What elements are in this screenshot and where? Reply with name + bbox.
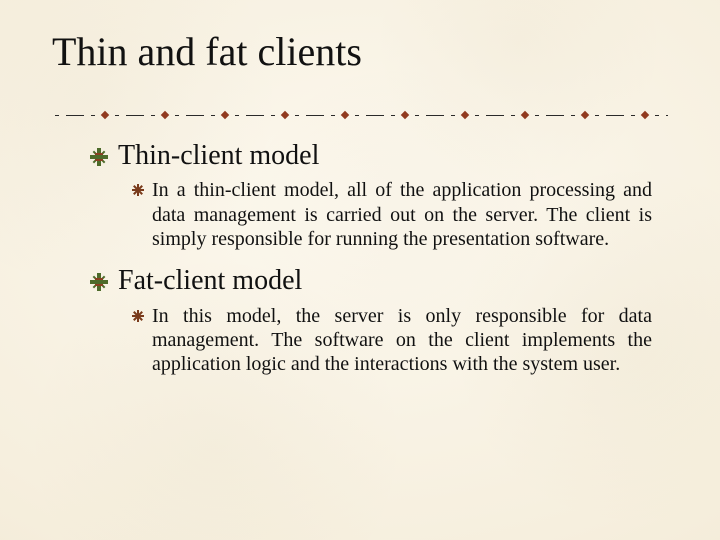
list-item: In a thin-client model, all of the appli… bbox=[132, 178, 652, 251]
list-item: In this model, the server is only respon… bbox=[132, 304, 652, 377]
asterisk-bullet-icon bbox=[132, 310, 144, 322]
list-item: Fat-client model bbox=[90, 265, 660, 297]
star-bullet-icon bbox=[90, 148, 108, 166]
heading-text: Fat-client model bbox=[118, 265, 302, 297]
slide-body: Thin-client model In a thin-client model… bbox=[90, 140, 660, 391]
heading-text: Thin-client model bbox=[118, 140, 319, 172]
divider-ornament bbox=[52, 108, 668, 122]
asterisk-bullet-icon bbox=[132, 184, 144, 196]
body-text: In a thin-client model, all of the appli… bbox=[152, 178, 652, 251]
body-text: In this model, the server is only respon… bbox=[152, 304, 652, 377]
slide: Thin and fat clients Thin-client model I… bbox=[0, 0, 720, 540]
star-bullet-icon bbox=[90, 273, 108, 291]
list-item: Thin-client model bbox=[90, 140, 660, 172]
slide-title: Thin and fat clients bbox=[52, 28, 362, 75]
